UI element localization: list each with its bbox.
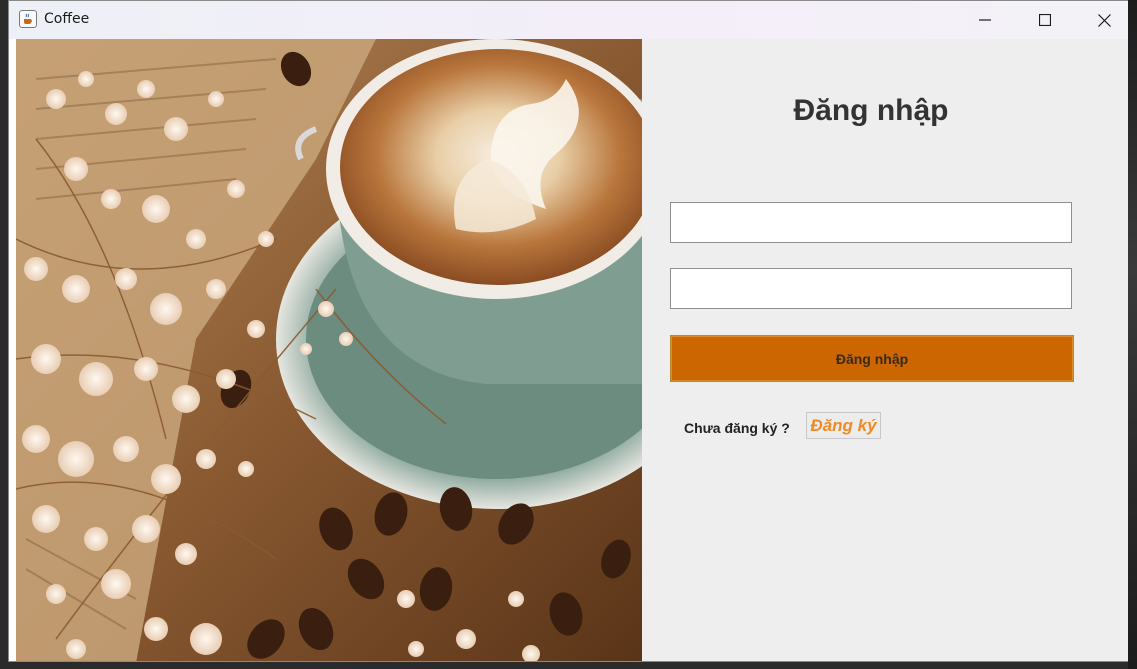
title-bar[interactable]: Coffee [9, 1, 1134, 39]
login-panel: Đăng nhập Đăng nhập Chưa đăng ký ? Đăng … [16, 39, 1132, 661]
coffee-photo [16, 39, 642, 661]
background-desktop-edge [1128, 0, 1137, 669]
app-window: Coffee Đăng nhập Đăng nhập Chưa đăng ký … [8, 0, 1135, 662]
login-button-label: Đăng nhập [835, 350, 909, 367]
login-button[interactable]: Đăng nhập [670, 335, 1074, 382]
username-input[interactable] [670, 202, 1072, 243]
register-prompt: Chưa đăng ký ? [684, 420, 790, 436]
password-input[interactable] [670, 268, 1072, 309]
maximize-button[interactable] [1016, 1, 1074, 39]
register-link-label: Đăng ký [810, 415, 877, 435]
maximize-icon [1039, 14, 1051, 26]
close-icon [1097, 13, 1111, 27]
java-cup-icon [19, 10, 37, 28]
register-link-button[interactable]: Đăng ký [806, 412, 881, 439]
close-button[interactable] [1075, 1, 1133, 39]
window-title: Coffee [44, 11, 90, 27]
login-heading: Đăng nhập [793, 94, 949, 127]
minimize-icon [979, 19, 991, 21]
minimize-button[interactable] [956, 1, 1014, 39]
